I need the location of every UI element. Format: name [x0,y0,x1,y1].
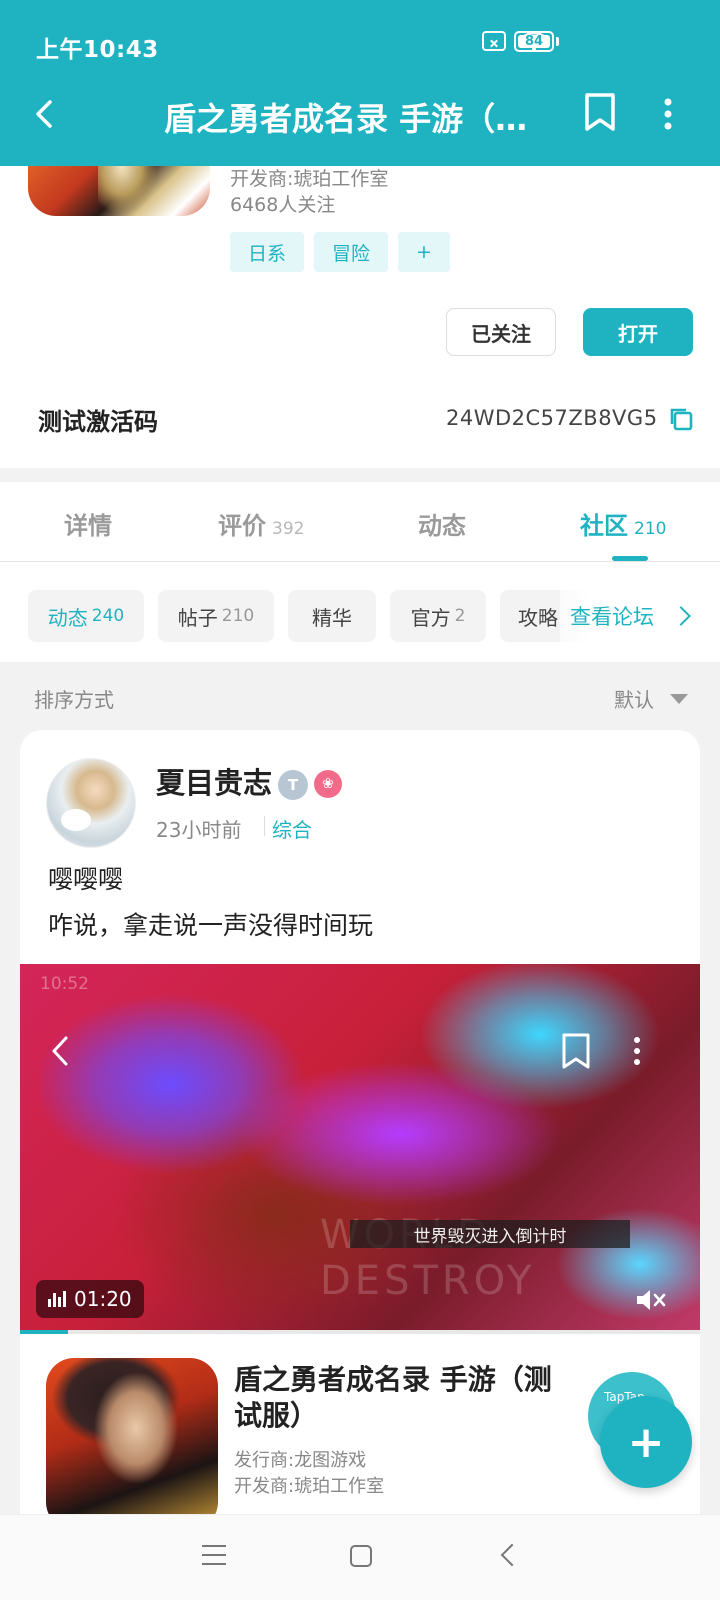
username[interactable]: 夏目贵志 [156,760,272,802]
more-icon[interactable] [658,94,678,134]
activation-code-value: 24WD2C57ZB8VG5 [446,406,658,430]
tab-indicator [612,556,648,561]
video-bookmark-icon [562,1033,590,1069]
game-info-card: 开发商:琥珀工作室 6468人关注 日系 冒险 + 已关注 打开 测试激活码 2… [0,146,720,468]
system-back-icon[interactable] [500,1543,524,1567]
video-status-time: 10:52 [40,974,89,994]
view-forum-link[interactable]: 查看论坛 [560,590,720,642]
post-time: 23小时前 [156,818,242,842]
status-bar: 上午10:43 84 [0,0,720,84]
member-badge-icon: ❀ [314,770,342,798]
linked-game-developer: 开发商:琥珀工作室 [234,1476,385,1497]
activation-code-label: 测试激活码 [38,408,158,436]
video-duration: 01:20 [36,1280,144,1318]
video-back-icon [52,1036,68,1066]
community-filters: 动态 240 帖子 210 精华 官方 2 攻略 查看论坛 [0,562,720,662]
followed-button[interactable]: 已关注 [446,308,556,356]
video-player[interactable]: 10:52 WORLD DESTROY 世界毁灭进入倒计时 01:20 [20,964,700,1334]
filter-chip-posts[interactable]: 帖子 210 [158,590,274,642]
filter-chip-official[interactable]: 官方 2 [390,590,486,642]
level-badge-icon: T [278,770,308,800]
no-sim-icon [482,31,506,51]
mute-icon[interactable] [634,1286,668,1314]
page-title: 盾之勇者成名录 手游（… [164,100,528,138]
audio-bars-icon [48,1291,66,1307]
linked-game-icon[interactable] [46,1358,218,1520]
open-button[interactable]: 打开 [583,308,693,356]
status-time: 上午10:43 [36,37,159,63]
tag-item[interactable]: 日系 [230,232,305,272]
linked-game-publisher: 发行商:龙图游戏 [234,1450,367,1471]
battery-level: 84 [524,34,544,49]
filter-chip-activity[interactable]: 动态 240 [28,590,144,642]
post-text-line: 嘤嘤嘤 [48,865,124,894]
tag-list: 日系 冒险 + [230,232,450,272]
main-tabs: 详情 评价 392 动态 社区 210 [0,482,720,562]
copy-icon[interactable] [668,406,694,432]
add-tag-button[interactable]: + [398,232,450,272]
video-caption: 世界毁灭进入倒计时 [350,1220,630,1248]
battery-icon: 84 [514,31,554,52]
tab-activity[interactable]: 动态 [418,506,466,541]
developer-text: 开发商:琥珀工作室 [230,168,389,190]
follower-count: 6468人关注 [230,194,336,216]
avatar[interactable] [46,758,136,848]
bookmark-icon[interactable] [582,92,618,132]
system-nav-bar [0,1514,720,1600]
caret-down-icon[interactable] [670,694,688,704]
linked-game-title[interactable]: 盾之勇者成名录 手游（测试服） [234,1362,554,1434]
sort-label: 排序方式 [34,688,114,712]
tab-reviews[interactable]: 评价 392 [218,506,304,541]
sort-bar: 排序方式 默认 [0,662,720,728]
nav-bar: 盾之勇者成名录 手游（… [0,84,720,166]
video-more-icon [634,1037,640,1065]
chevron-right-icon [671,606,691,626]
menu-icon[interactable] [202,1545,226,1565]
home-icon[interactable] [350,1545,372,1567]
post-text-line: 咋说，拿走说一声没得时间玩 [48,911,374,940]
back-icon[interactable] [26,94,66,134]
filter-chip-featured[interactable]: 精华 [288,590,376,642]
tab-details[interactable]: 详情 [64,506,112,541]
create-post-button[interactable]: + [600,1396,692,1488]
tab-community[interactable]: 社区 210 [580,506,666,541]
tag-item[interactable]: 冒险 [314,232,389,272]
post-category[interactable]: 综合 [272,814,312,843]
app-header: 上午10:43 84 盾之勇者成名录 手游（… [0,0,720,166]
sort-dropdown[interactable]: 默认 [614,684,654,713]
